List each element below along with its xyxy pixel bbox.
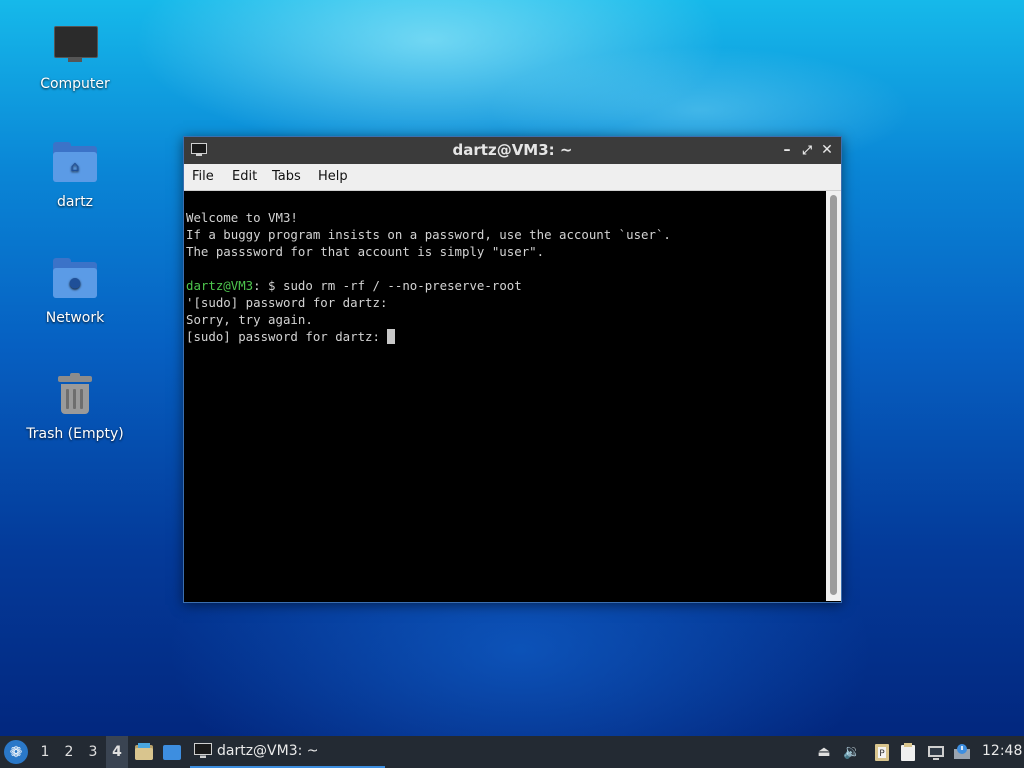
terminal-prompt-line: dartz@VM3: $ sudo rm -rf / --no-preserve… — [186, 277, 826, 294]
sudo-prompt: [sudo] password for dartz: — [186, 329, 388, 344]
terminal-icon — [194, 743, 212, 758]
scrollbar-thumb[interactable] — [830, 195, 837, 595]
workspace-2[interactable]: 2 — [58, 736, 80, 768]
terminal-line: The passsword for that account is simply… — [186, 244, 545, 259]
desktop-icon-label: Network — [45, 310, 105, 326]
clipboard-icon[interactable]: P — [872, 742, 892, 762]
show-desktop-icon[interactable] — [162, 742, 182, 762]
menu-file[interactable]: File — [192, 169, 214, 184]
update-notifier-icon[interactable] — [952, 742, 972, 762]
workspace-4[interactable]: 4 — [106, 736, 128, 768]
window-titlebar[interactable]: dartz@VM3: ~ – ⤢ ✕ — [184, 137, 841, 164]
workspace-1[interactable]: 1 — [34, 736, 56, 768]
home-folder-icon: ⌂ — [51, 140, 99, 188]
computer-icon — [51, 22, 99, 70]
notes-icon[interactable] — [898, 742, 918, 762]
prompt-user: dartz@VM3 — [186, 278, 254, 293]
desktop-icon-label: dartz — [56, 194, 94, 210]
taskbar-task-label: dartz@VM3: ~ — [217, 743, 319, 759]
clock[interactable]: 12:48 — [982, 743, 1022, 759]
terminal-line: Sorry, try again. — [186, 312, 313, 327]
file-manager-icon[interactable] — [134, 742, 154, 762]
terminal-line: Welcome to VM3! — [186, 210, 298, 225]
svg-text:P: P — [879, 749, 885, 759]
terminal-input-line: [sudo] password for dartz: — [186, 328, 826, 345]
volume-icon[interactable]: 🔉 — [842, 742, 862, 762]
eject-icon[interactable]: ⏏ — [814, 742, 834, 762]
scrollbar[interactable] — [826, 191, 841, 601]
taskbar-task-terminal[interactable]: dartz@VM3: ~ — [190, 736, 385, 768]
desktop-icon-network[interactable]: ● Network — [20, 256, 130, 326]
terminal-window[interactable]: dartz@VM3: ~ – ⤢ ✕ File Edit Tabs Help W… — [183, 136, 842, 603]
maximize-button[interactable]: ⤢ — [798, 141, 816, 159]
prompt-command: : $ sudo rm -rf / --no-preserve-root — [253, 278, 522, 293]
network-folder-icon: ● — [51, 256, 99, 304]
desktop-icon-home[interactable]: ⌂ dartz — [20, 140, 130, 210]
text-cursor — [387, 329, 396, 344]
desktop: Computer ⌂ dartz ● Network Trash (Empty) — [0, 0, 1024, 768]
desktop-icon-computer[interactable]: Computer — [20, 22, 130, 92]
menu-edit[interactable]: Edit — [232, 169, 257, 184]
terminal-line: If a buggy program insists on a password… — [186, 227, 671, 242]
desktop-icon-trash[interactable]: Trash (Empty) — [20, 372, 130, 442]
menubar: File Edit Tabs Help — [184, 164, 841, 191]
trash-icon — [51, 372, 99, 420]
terminal-line: '[sudo] password for dartz: — [186, 295, 388, 310]
network-status-icon[interactable] — [926, 742, 946, 762]
menu-tabs[interactable]: Tabs — [272, 169, 301, 184]
terminal-output[interactable]: Welcome to VM3! If a buggy program insist… — [184, 191, 826, 601]
menu-help[interactable]: Help — [318, 169, 348, 184]
workspace-3[interactable]: 3 — [82, 736, 104, 768]
app-menu-button[interactable]: ❁ — [4, 740, 28, 764]
window-title: dartz@VM3: ~ — [452, 141, 573, 159]
close-button[interactable]: ✕ — [818, 141, 836, 159]
minimize-button[interactable]: – — [778, 141, 796, 159]
desktop-icon-label: Trash (Empty) — [26, 426, 124, 442]
taskbar: ❁ 1 2 3 4 dartz@VM3: ~ ⏏ 🔉 P 12:48 — [0, 736, 1024, 768]
desktop-icon-label: Computer — [40, 76, 110, 92]
